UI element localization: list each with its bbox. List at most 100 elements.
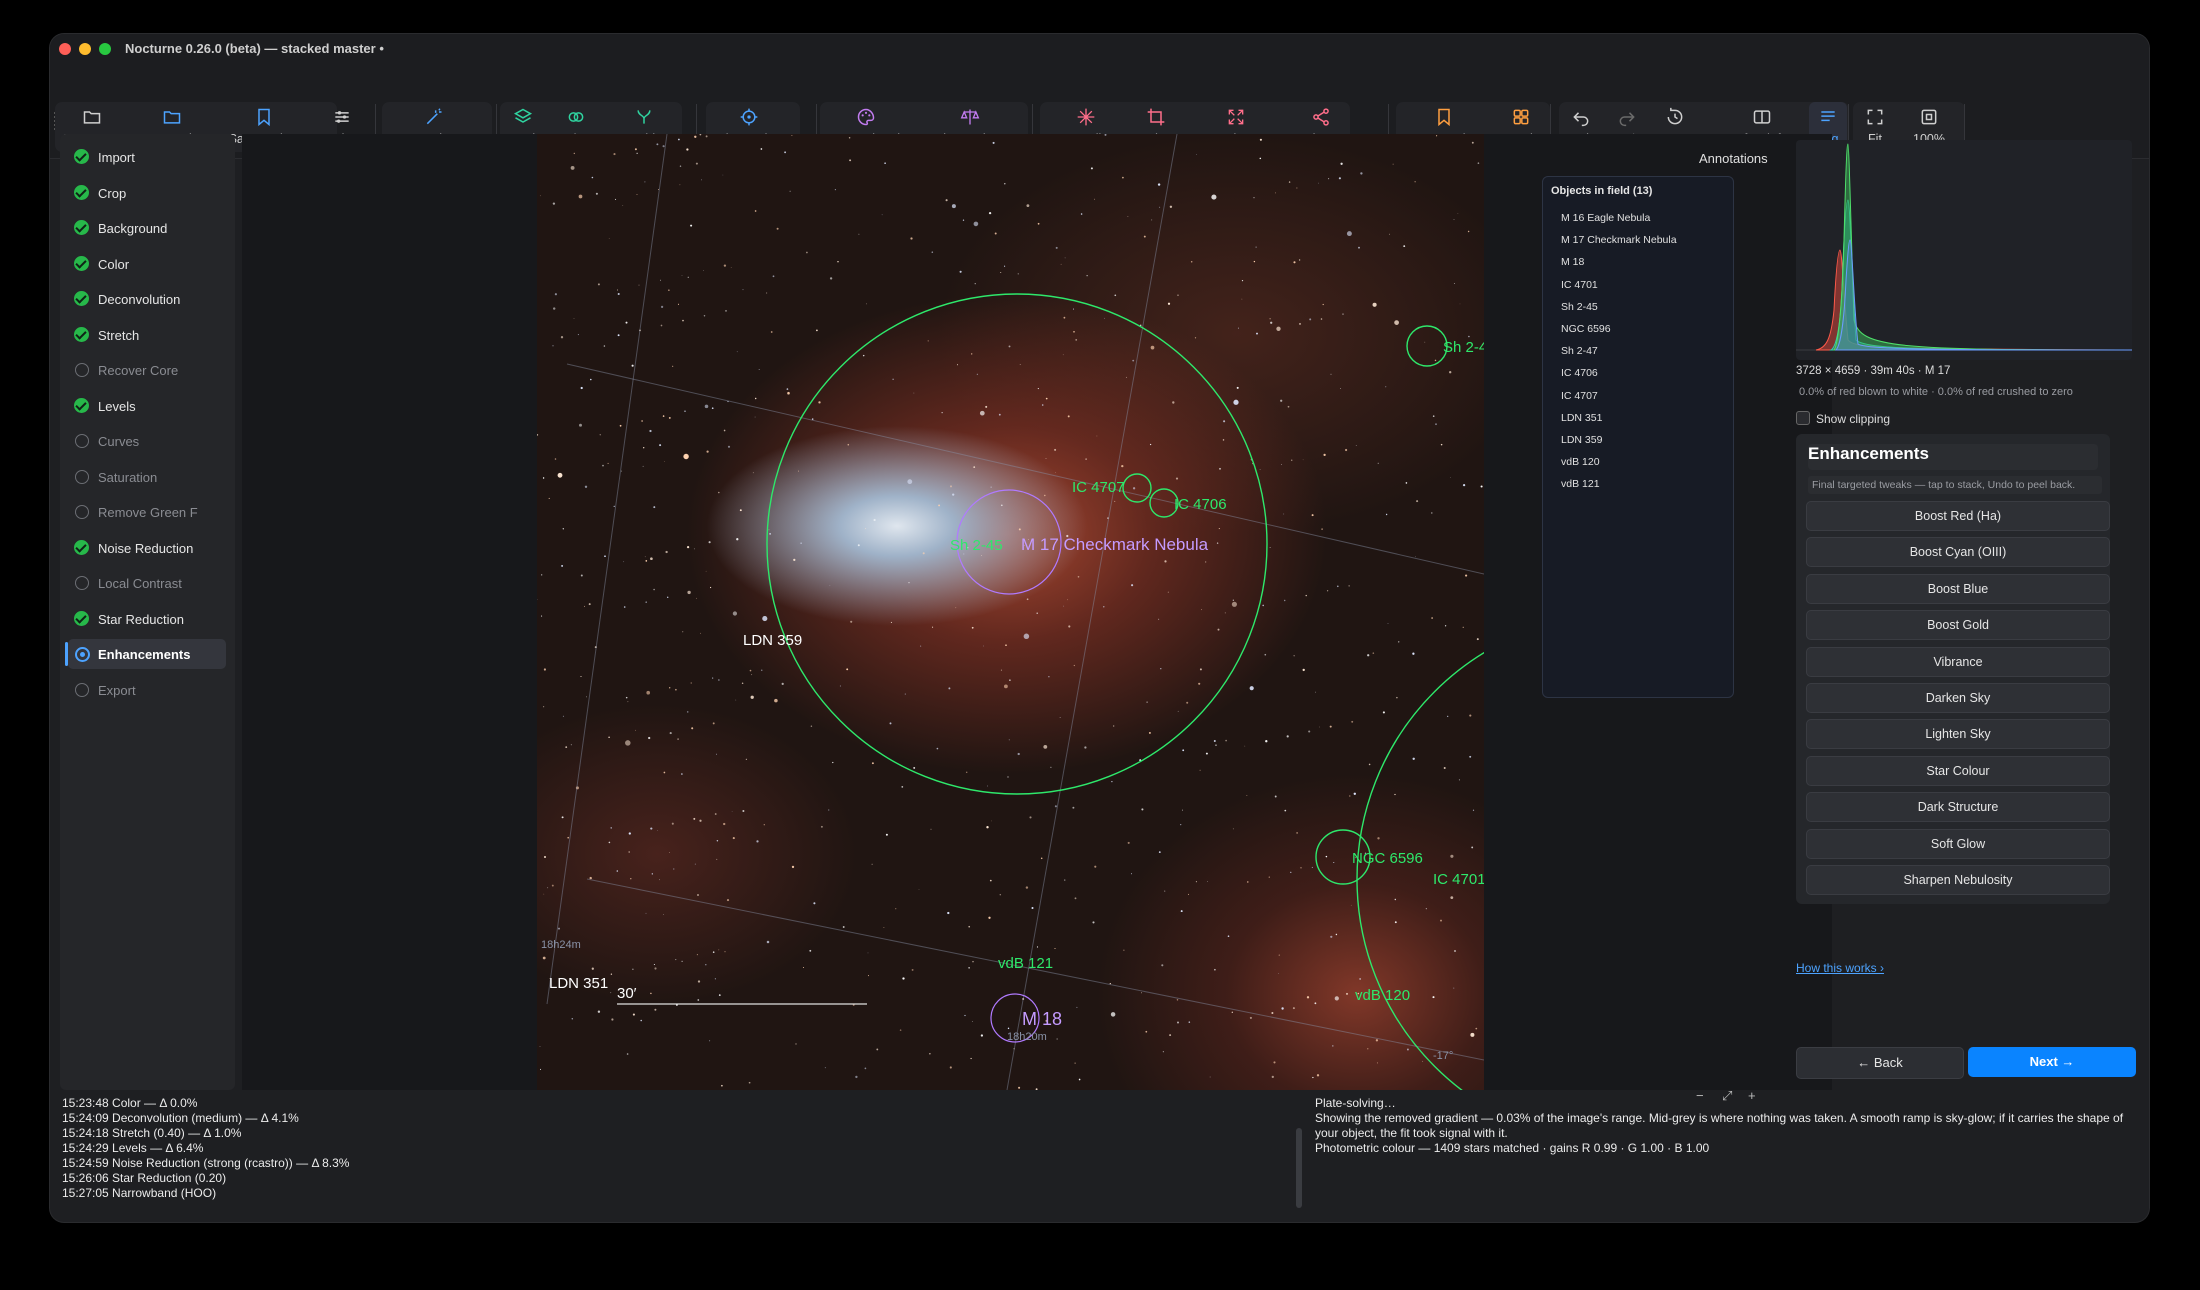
object-item[interactable]: Sh 2-47 [1561, 345, 1598, 357]
check-circle-icon [74, 397, 89, 413]
message-entry: Showing the removed gradient — 0.03% of … [1315, 1111, 2124, 1140]
log-entry: 15:26:06 Star Reduction (0.20) [62, 1171, 227, 1185]
step-label: Saturation [98, 469, 158, 485]
check-circle-icon [74, 326, 89, 342]
step-local-contrast[interactable]: Local Contrast [68, 568, 226, 598]
grid-icon [1492, 107, 1550, 129]
minimize-window-button[interactable] [79, 43, 91, 55]
label-vdb121: vdB 121 [998, 955, 1053, 972]
radio-selected-icon [75, 647, 90, 662]
object-item[interactable]: IC 4701 [1561, 279, 1598, 291]
step-label: Remove Green F [98, 505, 198, 520]
step-color[interactable]: Color [68, 249, 226, 279]
step-curves[interactable]: Curves [68, 426, 226, 456]
step-label: Local Contrast [98, 576, 182, 591]
enhancements-panel: Enhancements Final targeted tweaks — tap… [1796, 434, 2110, 904]
enhance-boost-blue-button[interactable]: Boost Blue [1806, 573, 2110, 604]
log-splitter-handle[interactable] [1296, 1128, 1302, 1208]
step-deconvolution[interactable]: Deconvolution [68, 284, 226, 314]
object-item[interactable]: IC 4706 [1561, 367, 1598, 379]
show-clipping-label: Show clipping [1816, 412, 1891, 426]
expand-icon [1180, 107, 1292, 129]
step-remove-green-f[interactable]: Remove Green F [68, 497, 226, 527]
check-circle-icon [74, 610, 89, 626]
reset-icon [1651, 107, 1699, 129]
log-entry: 15:24:18 Stretch (0.40) — Δ 1.0% [62, 1126, 242, 1140]
sliders-icon [304, 107, 380, 129]
log-entry: 15:27:05 Narrowband (HOO) [62, 1186, 217, 1200]
step-recover-core[interactable]: Recover Core [68, 355, 226, 385]
label-m18: M 18 [1022, 1009, 1062, 1029]
step-saturation[interactable]: Saturation [68, 462, 226, 492]
bookmark-icon [1396, 107, 1492, 129]
step-crop[interactable]: Crop [68, 178, 226, 208]
enhance-sharpen-nebulosity-button[interactable]: Sharpen Nebulosity [1806, 865, 2110, 895]
show-clipping-toggle[interactable]: Show clipping [1796, 411, 1890, 426]
clipping-stats: 0.0% of red blown to white · 0.0% of red… [1799, 386, 2073, 398]
label-ngc6596: NGC 6596 [1352, 850, 1423, 867]
dec-grid-label: -17° [1433, 1050, 1453, 1062]
annotations-title: Annotations [1699, 151, 1768, 166]
close-window-button[interactable] [59, 43, 71, 55]
object-item[interactable]: M 16 Eagle Nebula [1561, 212, 1650, 224]
check-circle-icon [74, 220, 89, 235]
enhance-darken-sky-button[interactable]: Darken Sky [1806, 683, 2110, 713]
enhance-boost-gold-button[interactable]: Boost Gold [1806, 610, 2110, 641]
step-label: Star Reduction [98, 611, 184, 627]
enhance-dark-structure-button[interactable]: Dark Structure [1806, 792, 2110, 823]
circle-icon [75, 363, 89, 377]
crosshair-icon [704, 107, 794, 129]
step-enhancements[interactable]: Enhancements [65, 639, 226, 669]
show-clipping-checkbox[interactable] [1796, 411, 1810, 425]
step-label: Export [98, 682, 136, 698]
enhance-soft-glow-button[interactable]: Soft Glow [1806, 828, 2110, 859]
enhance-vibrance-button[interactable]: Vibrance [1806, 646, 2110, 677]
history-log: 15:23:48 Color — Δ 0.0% 15:24:09 Deconvol… [62, 1096, 1292, 1216]
object-item[interactable]: M 18 [1561, 256, 1584, 268]
step-background[interactable]: Background [68, 213, 226, 243]
zoom-window-button[interactable] [99, 43, 111, 55]
circle-icon [75, 434, 89, 448]
enhance-boost-red-ha-button[interactable]: Boost Red (Ha) [1806, 501, 2110, 531]
object-item[interactable]: IC 4707 [1561, 390, 1598, 402]
check-circle-icon [74, 255, 89, 271]
object-item[interactable]: M 17 Checkmark Nebula [1561, 234, 1677, 246]
log-icon [1809, 107, 1847, 129]
astro-image-viewport[interactable]: Sh 2-47 IC 4707 IC 4706 Sh 2-45 vdB 121 … [537, 134, 1484, 1090]
step-star-reduction[interactable]: Star Reduction [68, 604, 226, 634]
step-label: Stretch [98, 327, 140, 343]
redo-icon [1603, 107, 1651, 129]
object-item[interactable]: vdB 120 [1561, 456, 1600, 468]
message-entry: Photometric colour — 1409 stars matched … [1315, 1141, 1710, 1155]
object-item[interactable]: LDN 351 [1561, 412, 1602, 424]
enhance-boost-cyan-oiii-button[interactable]: Boost Cyan (OIII) [1806, 537, 2110, 568]
palette-icon [820, 107, 912, 129]
annotation-overlay: Sh 2-47 IC 4707 IC 4706 Sh 2-45 vdB 121 … [537, 134, 1484, 1090]
next-button[interactable]: Next → [1968, 1047, 2136, 1077]
step-noise-reduction[interactable]: Noise Reduction [68, 533, 226, 563]
step-stretch[interactable]: Stretch [68, 320, 226, 350]
object-item[interactable]: Sh 2-45 [1561, 301, 1598, 313]
how-this-works-link[interactable]: How this works › [1796, 961, 1884, 975]
enhance-lighten-sky-button[interactable]: Lighten Sky [1806, 719, 2110, 750]
back-button[interactable]: ← Back [1796, 1047, 1964, 1079]
object-item[interactable]: NGC 6596 [1561, 323, 1611, 335]
title-bar: Nocturne 0.26.0 (beta) — stacked master … [50, 34, 2149, 64]
scale-bar-label: 30′ [617, 985, 637, 1002]
enhance-star-colour-button[interactable]: Star Colour [1806, 755, 2110, 786]
step-label: Crop [98, 185, 127, 201]
folder-icon [53, 107, 131, 129]
undo-icon [1559, 107, 1603, 129]
step-export[interactable]: Export [68, 675, 226, 705]
zoom-icon [1895, 107, 1963, 129]
crop-icon [1132, 107, 1180, 129]
step-import[interactable]: Import [68, 142, 226, 172]
fit-icon [1855, 107, 1895, 129]
step-levels[interactable]: Levels [68, 391, 226, 421]
message-entry: Plate-solving… [1315, 1096, 1396, 1110]
merge-icon [608, 107, 680, 129]
objects-header: Objects in field (13) [1551, 185, 1653, 197]
object-item[interactable]: vdB 121 [1561, 478, 1600, 490]
object-item[interactable]: LDN 359 [1561, 434, 1602, 446]
enhancements-subtitle: Final targeted tweaks — tap to stack, Un… [1808, 476, 2102, 494]
